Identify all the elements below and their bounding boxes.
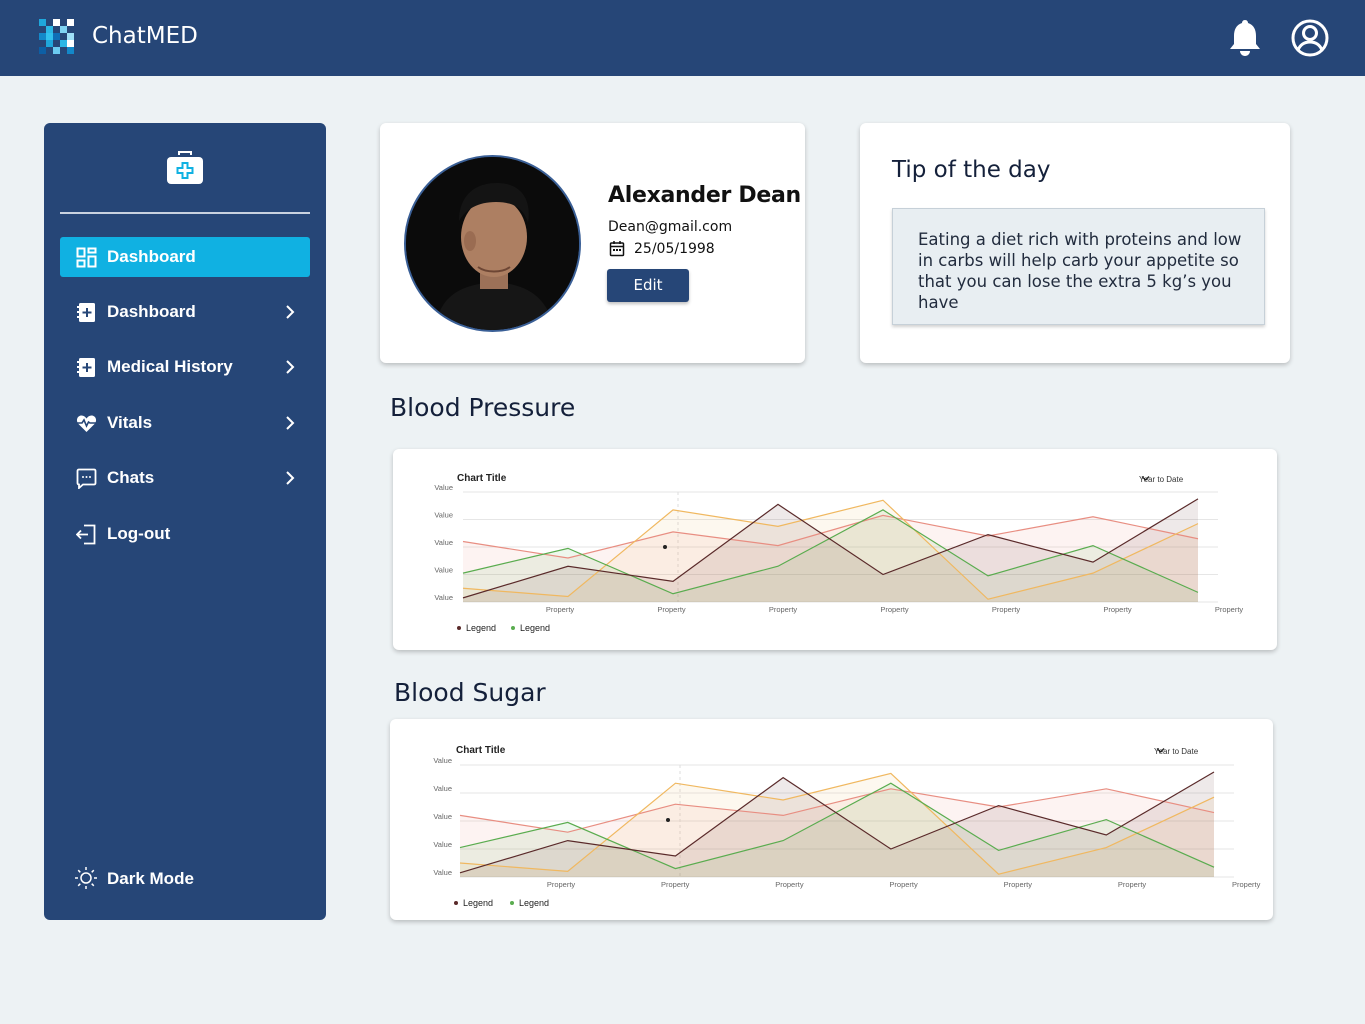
y-tick-label: Value	[434, 593, 453, 602]
edit-profile-button[interactable]: Edit	[607, 269, 689, 302]
chevron-down-icon	[1141, 476, 1150, 481]
y-tick-label: Value	[433, 840, 452, 849]
blood-sugar-title: Blood Sugar	[394, 678, 546, 707]
blood-sugar-chart: Value Value Value Value Value Property Propert…	[433, 756, 1261, 889]
x-tick-label: Property	[547, 880, 576, 889]
heartbeat-icon	[76, 415, 97, 432]
sidebar-divider	[60, 212, 310, 214]
sidebar-item-label: Dashboard	[107, 247, 196, 266]
legend-label: Legend	[466, 623, 497, 633]
x-tick-label: Property	[1004, 880, 1033, 889]
y-tick-label: Value	[433, 784, 452, 793]
tip-box: Eating a diet rich with proteins and low…	[892, 208, 1265, 325]
dark-mode-label: Dark Mode	[107, 869, 194, 888]
x-tick-label: Property	[769, 605, 798, 614]
legend-label: Legend	[519, 898, 550, 908]
x-tick-label: Property	[880, 605, 909, 614]
range-dropdown[interactable]: Year to Date	[1154, 747, 1198, 756]
legend-label: Legend	[520, 623, 551, 633]
blood-pressure-chart-card: Value Value Value Value Value Property Propert…	[393, 449, 1277, 650]
x-tick-label: Property	[992, 605, 1021, 614]
x-tick-label: Property	[661, 880, 690, 889]
chevron-right-icon	[286, 471, 295, 485]
legend-item: Legend	[510, 898, 549, 908]
profile-email: Dean@gmail.com	[608, 219, 733, 235]
sidebar-item-chats[interactable]: Chats	[60, 458, 310, 498]
calendar-icon	[609, 241, 625, 257]
sidebar-item-medical-history[interactable]: Medical History	[60, 347, 310, 387]
x-tick-label: Property	[889, 880, 918, 889]
blood-pressure-title: Blood Pressure	[390, 393, 576, 422]
profile-dob: 25/05/1998	[634, 241, 715, 257]
medical-book-icon	[77, 303, 95, 322]
legend-item: Legend	[454, 898, 493, 908]
sidebar-item-logout[interactable]: Log-out	[60, 514, 310, 554]
x-tick-label: Property	[1232, 880, 1261, 889]
tip-text: Eating a diet rich with proteins and low…	[918, 230, 1242, 312]
sidebar-item-label: Dashboard	[107, 302, 196, 321]
x-tick-label: Property	[1103, 605, 1132, 614]
legend-label: Legend	[463, 898, 494, 908]
bell-icon[interactable]	[1226, 18, 1264, 58]
x-tick-label: Property	[546, 605, 575, 614]
sidebar-item-label: Log-out	[107, 524, 171, 543]
y-tick-label: Value	[433, 868, 452, 877]
chevron-right-icon	[286, 305, 295, 319]
medical-book-icon	[77, 358, 95, 377]
y-tick-label: Value	[434, 538, 453, 547]
medical-kit-icon	[167, 151, 203, 184]
sun-icon	[75, 867, 97, 889]
chevron-right-icon	[286, 416, 295, 430]
chevron-down-icon	[1156, 748, 1165, 753]
sidebar-item-label: Medical History	[107, 357, 233, 376]
sidebar-item-label: Vitals	[107, 413, 153, 432]
avatar	[404, 155, 581, 332]
sidebar-item-dashboard[interactable]: Dashboard	[60, 292, 310, 332]
chart-title: Chart Title	[456, 745, 506, 756]
chart-title: Chart Title	[457, 473, 507, 484]
dark-mode-toggle[interactable]: Dark Mode	[60, 860, 310, 896]
profile-card: Alexander Dean Dean@gmail.com 25/05/1998…	[380, 123, 805, 363]
dashboard-grid-icon	[76, 247, 97, 268]
top-bar: ChatMED	[0, 0, 1365, 76]
chat-bubble-icon	[76, 468, 97, 489]
tip-title: Tip of the day	[892, 157, 1051, 183]
profile-name: Alexander Dean	[608, 183, 801, 208]
sidebar-item-dashboard-active[interactable]: Dashboard	[60, 237, 310, 277]
sidebar-item-label: Chats	[107, 468, 155, 487]
data-point-marker	[663, 545, 667, 549]
range-dropdown[interactable]: Year to Date	[1139, 475, 1183, 484]
y-tick-label: Value	[433, 812, 452, 821]
x-tick-label: Property	[775, 880, 804, 889]
user-circle-icon[interactable]	[1290, 18, 1330, 58]
legend-item: Legend	[457, 623, 496, 633]
legend-item: Legend	[511, 623, 550, 633]
sidebar-item-vitals[interactable]: Vitals	[60, 403, 310, 443]
logout-icon	[76, 524, 96, 545]
y-tick-label: Value	[434, 483, 453, 492]
x-tick-label: Property	[1118, 880, 1147, 889]
blood-sugar-chart-card: Value Value Value Value Value Property Propert…	[390, 719, 1273, 920]
brand-name: ChatMED	[92, 23, 198, 49]
y-tick-label: Value	[433, 756, 452, 765]
x-tick-label: Property	[1215, 605, 1244, 614]
y-tick-label: Value	[434, 511, 453, 520]
tip-card: Tip of the day Eating a diet rich with p…	[860, 123, 1290, 363]
chevron-right-icon	[286, 360, 295, 374]
data-point-marker	[666, 818, 670, 822]
profile-photo	[406, 157, 579, 330]
sidebar: Dashboard Dashboard Medical History Vita…	[44, 123, 326, 920]
y-tick-label: Value	[434, 566, 453, 575]
chatmed-logo-icon[interactable]	[39, 19, 77, 57]
x-tick-label: Property	[657, 605, 686, 614]
